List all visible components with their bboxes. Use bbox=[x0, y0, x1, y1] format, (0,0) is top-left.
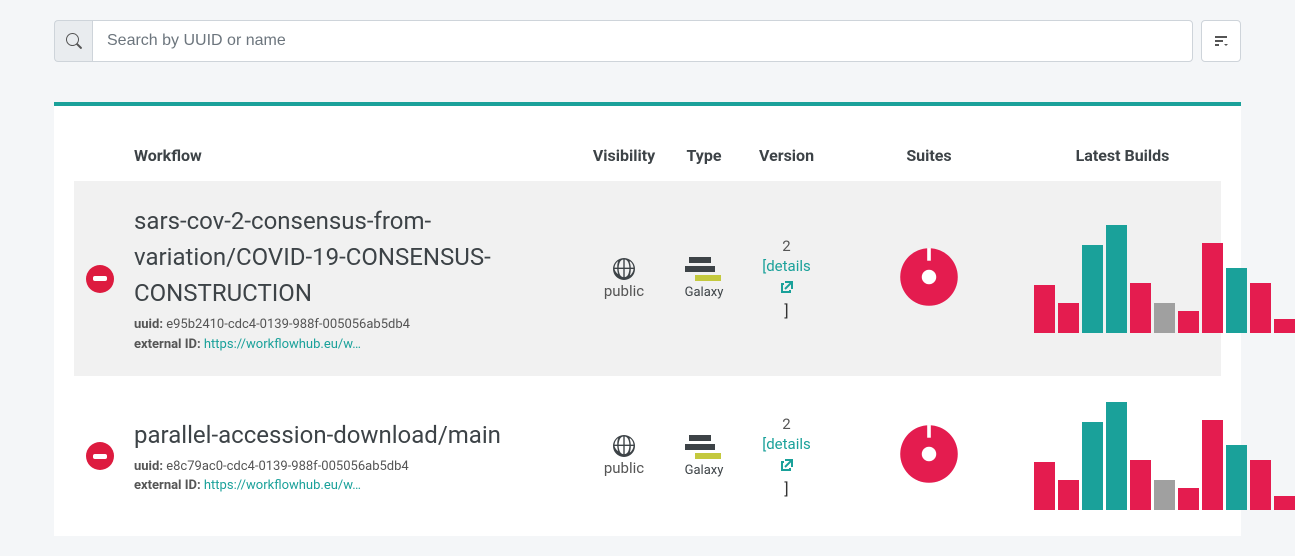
header-suites: Suites bbox=[834, 146, 1024, 165]
header-visibility: Visibility bbox=[579, 146, 669, 165]
status-cell bbox=[74, 265, 134, 293]
visibility-cell: public bbox=[579, 258, 669, 300]
suites-cell bbox=[834, 416, 1024, 496]
type-cell: Galaxy bbox=[669, 257, 739, 300]
build-bar[interactable] bbox=[1058, 480, 1079, 510]
workflow-title[interactable]: sars-cov-2-consensus-from-variation/COVI… bbox=[134, 203, 579, 311]
table-row: parallel-accession-download/main uuid: e8… bbox=[74, 376, 1221, 536]
search-bar bbox=[54, 20, 1241, 62]
search-icon-box bbox=[54, 20, 92, 62]
status-cell bbox=[74, 442, 134, 470]
visibility-cell: public bbox=[579, 435, 669, 477]
build-bar[interactable] bbox=[1250, 460, 1271, 510]
build-bar[interactable] bbox=[1106, 225, 1127, 333]
workflow-uuid: uuid: e8c79ac0-cdc4-0139-988f-005056ab5d… bbox=[134, 457, 579, 477]
header-type: Type bbox=[669, 146, 739, 165]
galaxy-logo: Galaxy bbox=[669, 435, 739, 478]
build-bar[interactable] bbox=[1130, 283, 1151, 333]
type-label: Galaxy bbox=[685, 285, 724, 300]
details-link[interactable]: [details bbox=[762, 435, 811, 453]
workflow-title[interactable]: parallel-accession-download/main bbox=[134, 417, 579, 453]
build-bar[interactable] bbox=[1154, 480, 1175, 510]
build-bar[interactable] bbox=[1178, 311, 1199, 333]
workflow-uuid: uuid: e95b2410-cdc4-0139-988f-005056ab5d… bbox=[134, 315, 579, 335]
suites-cell bbox=[834, 239, 1024, 319]
version-number: 2 bbox=[782, 415, 790, 433]
build-bar[interactable] bbox=[1106, 402, 1127, 510]
galaxy-logo: Galaxy bbox=[669, 257, 739, 300]
latest-builds-chart[interactable] bbox=[1024, 225, 1295, 333]
external-id-link[interactable]: https://workflowhub.eu/w… bbox=[204, 478, 361, 493]
builds-cell bbox=[1024, 402, 1295, 510]
suites-donut-chart[interactable] bbox=[891, 239, 967, 315]
header-version: Version bbox=[739, 146, 834, 165]
table-row: sars-cov-2-consensus-from-variation/COVI… bbox=[74, 181, 1221, 376]
build-bar[interactable] bbox=[1058, 303, 1079, 333]
build-bar[interactable] bbox=[1034, 285, 1055, 333]
build-bar[interactable] bbox=[1226, 445, 1247, 510]
visibility-label: public bbox=[604, 459, 644, 477]
table-header: Workflow Visibility Type Version Suites … bbox=[74, 146, 1221, 181]
globe-icon bbox=[613, 435, 635, 457]
build-bar[interactable] bbox=[1178, 488, 1199, 510]
globe-icon bbox=[613, 258, 635, 280]
header-builds: Latest Builds bbox=[1024, 146, 1221, 165]
sort-icon bbox=[1213, 33, 1229, 49]
workflow-external-id: external ID: https://workflowhub.eu/w… bbox=[134, 476, 579, 496]
build-bar[interactable] bbox=[1082, 422, 1103, 510]
workflow-card: Workflow Visibility Type Version Suites … bbox=[54, 102, 1241, 536]
build-bar[interactable] bbox=[1082, 245, 1103, 333]
latest-builds-chart[interactable] bbox=[1024, 402, 1295, 510]
status-fail-icon bbox=[86, 442, 114, 470]
build-bar[interactable] bbox=[1034, 462, 1055, 510]
version-cell: 2[details] bbox=[739, 415, 834, 498]
build-bar[interactable] bbox=[1274, 496, 1295, 510]
type-label: Galaxy bbox=[685, 463, 724, 478]
build-bar[interactable] bbox=[1250, 283, 1271, 333]
workflow-cell: sars-cov-2-consensus-from-variation/COVI… bbox=[134, 203, 579, 354]
build-bar[interactable] bbox=[1154, 303, 1175, 333]
external-link-icon[interactable] bbox=[779, 457, 795, 477]
builds-cell bbox=[1024, 225, 1295, 333]
workflow-cell: parallel-accession-download/main uuid: e8… bbox=[134, 417, 579, 496]
suites-donut-chart[interactable] bbox=[891, 416, 967, 492]
external-link-icon[interactable] bbox=[779, 279, 795, 299]
sort-button[interactable] bbox=[1201, 20, 1241, 62]
external-id-link[interactable]: https://workflowhub.eu/w… bbox=[204, 337, 361, 352]
search-input[interactable] bbox=[92, 20, 1193, 62]
build-bar[interactable] bbox=[1274, 319, 1295, 333]
type-cell: Galaxy bbox=[669, 435, 739, 478]
workflow-external-id: external ID: https://workflowhub.eu/w… bbox=[134, 335, 579, 355]
build-bar[interactable] bbox=[1226, 268, 1247, 333]
build-bar[interactable] bbox=[1202, 243, 1223, 333]
details-link[interactable]: [details bbox=[762, 257, 811, 275]
version-number: 2 bbox=[782, 237, 790, 255]
status-fail-icon bbox=[86, 265, 114, 293]
search-icon bbox=[66, 33, 82, 49]
build-bar[interactable] bbox=[1202, 420, 1223, 510]
build-bar[interactable] bbox=[1130, 460, 1151, 510]
version-cell: 2[details] bbox=[739, 237, 834, 320]
visibility-label: public bbox=[604, 282, 644, 300]
header-workflow: Workflow bbox=[134, 146, 579, 165]
